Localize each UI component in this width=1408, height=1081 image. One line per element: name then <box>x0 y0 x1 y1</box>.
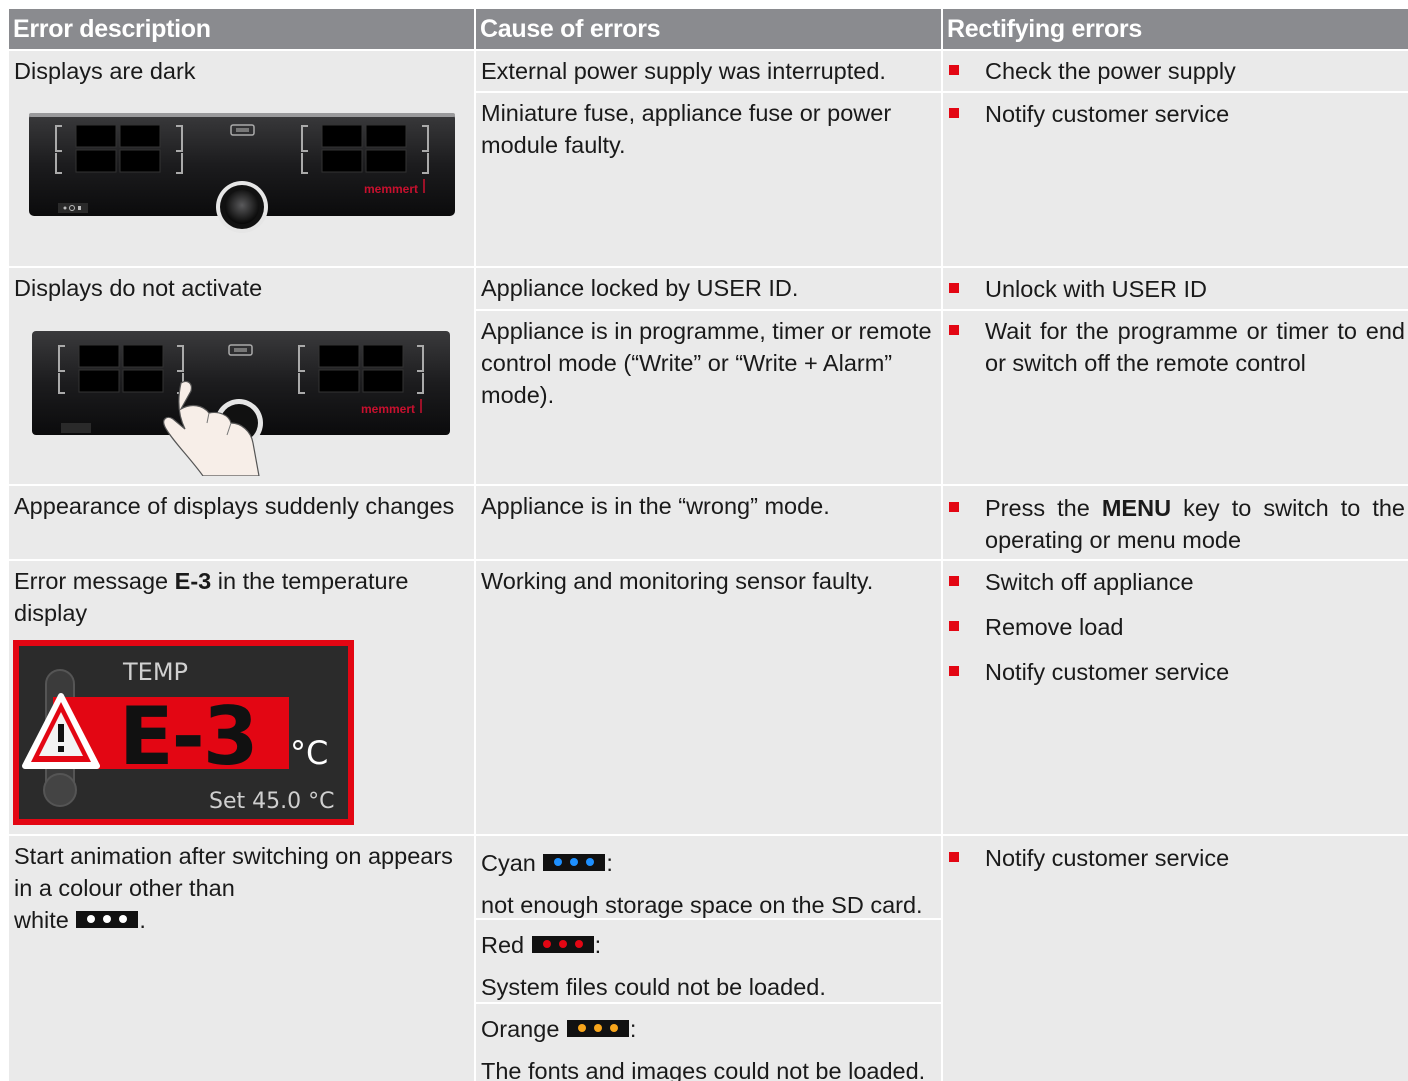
row4-fix-text-1: Switch off appliance <box>985 569 1194 595</box>
red-cause-text: System files could not be loaded. <box>481 974 826 1000</box>
brand-logo-1: memmert <box>364 182 418 196</box>
orange-dots-indicator <box>566 1020 629 1038</box>
temperature-error-display: TEMP E-3 °C Set 45.0 °C <box>13 640 354 825</box>
row5-cause-cell-red: Red : System files could not be loaded. <box>476 920 941 1002</box>
display-setpoint: Set 45.0 °C <box>209 789 334 814</box>
dot <box>577 1024 586 1033</box>
row4-fix-text-2: Remove load <box>985 614 1124 640</box>
dot <box>574 940 583 949</box>
dot <box>586 858 595 867</box>
row2-cause-text-1: Appliance locked by USER ID. <box>481 275 799 301</box>
row4-error-pre: Error message <box>14 568 175 594</box>
row5-cause-cell-cyan: Cyan : not enough storage space on the S… <box>476 836 941 918</box>
orange-label: Orange <box>481 1016 560 1042</box>
dot <box>542 940 551 949</box>
row1-cause-cell-2: Miniature fuse, appliance fuse or power … <box>476 93 941 266</box>
display-unit: °C <box>290 734 328 772</box>
cyan-cause-text: not enough storage space on the SD card. <box>481 892 923 918</box>
row5-error-end: . <box>139 907 146 933</box>
bullet-marker <box>949 108 959 118</box>
dot <box>609 1024 618 1033</box>
row5-error-white-label: white <box>14 907 69 933</box>
row1-fix-text-1: Check the power supply <box>985 58 1236 84</box>
menu-key-label: MENU <box>1101 495 1172 521</box>
cyan-dots-indicator <box>543 854 606 872</box>
row1-cause-text-1: External power supply was interrupted. <box>481 58 886 84</box>
brand-logo-2: memmert <box>361 402 415 416</box>
control-panel-touch-image: memmert <box>31 331 453 477</box>
display-temp-label: TEMP <box>122 658 188 686</box>
row1-error-text: Displays are dark <box>14 58 196 84</box>
display-error-code: E-3 <box>119 690 257 783</box>
row5-error-text: Start animation after switching on appea… <box>14 843 453 901</box>
row3-error-text: Appearance of displays suddenly changes <box>14 493 455 519</box>
dot <box>593 1024 602 1033</box>
row4-error-code: E-3 <box>174 568 212 594</box>
row1-cause-cell-1: External power supply was interrupted. <box>476 51 941 91</box>
red-dots-indicator <box>531 936 594 954</box>
row2-cause-text-2: Appliance is in programme, timer or remo… <box>481 318 932 408</box>
row2-cause-cell-2: Appliance is in programme, timer or remo… <box>476 311 941 484</box>
header-rectifying-errors: Rectifying errors <box>943 9 1408 49</box>
row5-error-cell: Start animation after switching on appea… <box>9 836 474 1081</box>
row4-cause-text: Working and monitoring sensor faulty. <box>481 568 874 594</box>
row1-fix-text-2: Notify customer service <box>985 101 1230 127</box>
header-cause-of-errors: Cause of errors <box>476 9 941 49</box>
dot <box>558 940 567 949</box>
row3-error-cell: Appearance of displays suddenly changes <box>9 486 474 559</box>
row4-fix-cell <box>943 561 1408 834</box>
cyan-label: Cyan <box>481 850 536 876</box>
row5-fix-text: Notify customer service <box>985 845 1230 871</box>
bullet-marker <box>949 852 959 862</box>
row3-cause-text: Appliance is in the “wrong” mode. <box>481 493 830 519</box>
row4-cause-cell: Working and monitoring sensor faulty. <box>476 561 941 834</box>
orange-cause-text: The fonts and images could not be loaded… <box>481 1058 926 1081</box>
bullet-marker <box>949 65 959 75</box>
dot <box>87 915 96 924</box>
bullet-marker <box>949 502 959 512</box>
dot <box>119 915 128 924</box>
dot <box>103 915 112 924</box>
bullet-marker <box>949 283 959 293</box>
bullet-marker <box>949 576 959 586</box>
row4-fix-text-3: Notify customer service <box>985 659 1230 685</box>
bullet-marker <box>949 666 959 676</box>
control-panel-dark-image: memmert <box>28 111 458 237</box>
bullet-marker <box>949 325 959 335</box>
row1-cause-text-2: Miniature fuse, appliance fuse or power … <box>481 100 892 158</box>
row2-error-text: Displays do not activate <box>14 275 263 301</box>
header-error-description: Error description <box>9 9 474 49</box>
red-label: Red <box>481 932 525 958</box>
row2-fix-text-1: Unlock with USER ID <box>985 276 1207 302</box>
row3-fix-text: Press the MENU key to switch to the oper… <box>985 492 1405 556</box>
row3-fix-pre: Press the <box>985 495 1102 521</box>
row2-cause-cell-1: Appliance locked by USER ID. <box>476 268 941 309</box>
dot <box>570 858 579 867</box>
row5-cause-cell-orange: Orange : The fonts and images could not … <box>476 1004 941 1081</box>
white-dots-indicator <box>76 911 139 929</box>
bullet-marker <box>949 621 959 631</box>
row2-fix-text-2: Wait for the programme or timer to end o… <box>985 318 1405 376</box>
dot <box>554 858 563 867</box>
row3-cause-cell: Appliance is in the “wrong” mode. <box>476 486 941 559</box>
